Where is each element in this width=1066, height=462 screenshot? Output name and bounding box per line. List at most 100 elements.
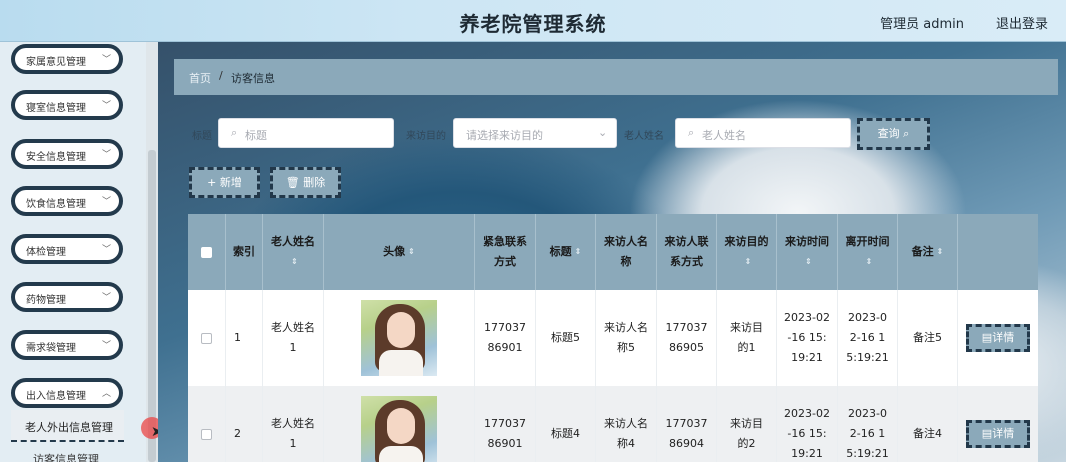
- elder-name-placeholder: 老人姓名: [702, 129, 746, 142]
- query-button[interactable]: 查询 ⌕: [857, 118, 930, 150]
- submenu-elder-outing[interactable]: 老人外出信息管理: [11, 410, 124, 442]
- title-search-input[interactable]: ⌕ 标题: [218, 118, 394, 148]
- col-label: 离开时间: [845, 235, 890, 248]
- sidebar-item-label: 药物管理: [26, 295, 66, 306]
- delete-button[interactable]: 🗑 删除: [270, 167, 341, 198]
- logout-link[interactable]: 退出登录: [996, 13, 1048, 32]
- breadcrumb-home[interactable]: 首页: [189, 70, 211, 86]
- col-label: 来访时间: [785, 235, 829, 248]
- col-leave-time[interactable]: 离开时间 ⇕: [838, 214, 898, 290]
- sidebar-item-safety[interactable]: 安全信息管理 ﹀: [11, 139, 123, 169]
- cell-emergency-contact: 17703786901: [475, 386, 536, 462]
- cell-avatar: [324, 290, 475, 386]
- sort-icon: ⇕: [805, 257, 812, 266]
- sidebar-item-label: 出入信息管理: [26, 391, 86, 402]
- col-avatar[interactable]: 头像 ⇕: [324, 214, 475, 290]
- sidebar-item-needs[interactable]: 需求袋管理 ﹀: [11, 330, 123, 360]
- sidebar-item-dorm[interactable]: 寝室信息管理 ﹀: [11, 90, 123, 120]
- breadcrumb-separator: /: [219, 69, 223, 82]
- sidebar-item-label: 饮食信息管理: [26, 199, 86, 210]
- col-emergency-contact[interactable]: 紧急联系方式: [475, 214, 536, 290]
- sidebar-item-label: 体检管理: [26, 247, 66, 258]
- col-label: 来访目的: [724, 235, 769, 248]
- name-filter-label: 老人姓名: [624, 131, 664, 142]
- chevron-down-icon: ﹀: [101, 55, 111, 65]
- breadcrumb: 首页 / 访客信息: [174, 59, 1058, 95]
- sidebar-item-label: 需求袋管理: [26, 343, 76, 354]
- sidebar-scrollbar-thumb[interactable]: [148, 150, 156, 462]
- col-visitor-name[interactable]: 来访人名称: [596, 214, 657, 290]
- sort-icon: ⇕: [936, 247, 944, 256]
- purpose-select-placeholder: 请选择来访目的: [466, 129, 543, 142]
- add-button[interactable]: + 新增: [189, 167, 260, 198]
- chevron-down-icon: ﹀: [101, 293, 111, 303]
- avatar: [361, 396, 437, 462]
- chevron-down-icon: ﹀: [101, 150, 111, 160]
- row-checkbox[interactable]: [201, 428, 212, 440]
- chevron-up-icon: ︿: [101, 389, 111, 399]
- purpose-filter-label: 来访目的: [406, 131, 446, 142]
- row-checkbox[interactable]: [201, 332, 212, 344]
- sidebar-item-inout[interactable]: 出入信息管理 ︿: [11, 378, 123, 408]
- table-row: 2 老人姓名1 17703786901 标题4 来访人名称4 177037869…: [188, 386, 1038, 462]
- cell-index: 1: [226, 290, 263, 386]
- sidebar-item-diet[interactable]: 饮食信息管理 ﹀: [11, 186, 123, 216]
- chevron-down-icon: ⌄: [598, 126, 608, 139]
- document-icon: ▤: [981, 331, 993, 344]
- cell-remark: 备注4: [898, 386, 958, 462]
- col-elder-name[interactable]: 老人姓名 ⇕: [263, 214, 324, 290]
- cell-index: 2: [226, 386, 263, 462]
- elder-name-search-input[interactable]: ⌕ 老人姓名: [675, 118, 851, 148]
- sidebar-item-checkup[interactable]: 体检管理 ﹀: [11, 234, 123, 264]
- cell-visit-time: 2023-02-16 15:19:21: [777, 290, 838, 386]
- chevron-down-icon: ﹀: [101, 341, 111, 351]
- cell-actions: ▤ 详情: [958, 290, 1038, 386]
- add-button-label: + 新增: [207, 176, 242, 189]
- col-purpose[interactable]: 来访目的 ⇕: [717, 214, 777, 290]
- main-content: 首页 / 访客信息 标题 ⌕ 标题 来访目的 请选择来访目的 ⌄ 老人姓名 ⌕ …: [158, 42, 1066, 462]
- cell-elder-name: 老人姓名1: [263, 290, 324, 386]
- sidebar-item-label: 家属意见管理: [26, 57, 86, 68]
- search-icon: ⌕: [231, 126, 238, 139]
- sidebar-item-label: 寝室信息管理: [26, 103, 86, 114]
- cell-visitor-contact: 17703786904: [657, 386, 717, 462]
- cell-avatar: [324, 386, 475, 462]
- cell-remark: 备注5: [898, 290, 958, 386]
- cell-title: 标题5: [536, 290, 596, 386]
- select-all-checkbox[interactable]: [201, 246, 212, 258]
- cell-visitor-name: 来访人名称5: [596, 290, 657, 386]
- sidebar-item-label: 安全信息管理: [26, 152, 86, 163]
- title-search-placeholder: 标题: [245, 129, 267, 142]
- select-all-cell: [188, 214, 226, 290]
- cell-actions: ▤ 详情: [958, 386, 1038, 462]
- col-index[interactable]: 索引: [226, 214, 263, 290]
- search-icon: ⌕: [903, 127, 910, 140]
- table-header: 索引 老人姓名 ⇕ 头像 ⇕ 紧急联系方式 标题 ⇕ 来访人名称 来访人联系方式 来访…: [188, 214, 1038, 290]
- col-label: 索引: [233, 245, 255, 258]
- detail-button[interactable]: ▤ 详情: [966, 420, 1030, 448]
- sidebar-item-medicine[interactable]: 药物管理 ﹀: [11, 282, 123, 312]
- col-visitor-contact[interactable]: 来访人联系方式: [657, 214, 717, 290]
- col-title[interactable]: 标题 ⇕: [536, 214, 596, 290]
- col-visit-time[interactable]: 来访时间 ⇕: [777, 214, 838, 290]
- row-select-cell: [188, 290, 226, 386]
- chevron-down-icon: ﹀: [101, 245, 111, 255]
- detail-button[interactable]: ▤ 详情: [966, 324, 1030, 352]
- current-user: 管理员 admin: [880, 17, 964, 32]
- chevron-down-icon: ﹀: [101, 197, 111, 207]
- avatar: [361, 300, 437, 376]
- col-label: 头像: [383, 245, 406, 258]
- sort-icon: ⇕: [574, 247, 582, 256]
- sort-icon: ⇕: [291, 257, 298, 266]
- col-label: 老人姓名: [271, 235, 315, 248]
- col-remark[interactable]: 备注 ⇕: [898, 214, 958, 290]
- sort-icon: ⇕: [744, 257, 752, 266]
- cell-emergency-contact: 17703786901: [475, 290, 536, 386]
- breadcrumb-current: 访客信息: [231, 72, 275, 85]
- purpose-select[interactable]: 请选择来访目的 ⌄: [453, 118, 617, 148]
- row-select-cell: [188, 386, 226, 462]
- submenu-visitor-info[interactable]: 访客信息管理: [11, 445, 124, 462]
- col-label: 备注: [911, 245, 934, 258]
- cell-purpose: 来访目的2: [717, 386, 777, 462]
- sidebar-item-family-feedback[interactable]: 家属意见管理 ﹀: [11, 44, 123, 74]
